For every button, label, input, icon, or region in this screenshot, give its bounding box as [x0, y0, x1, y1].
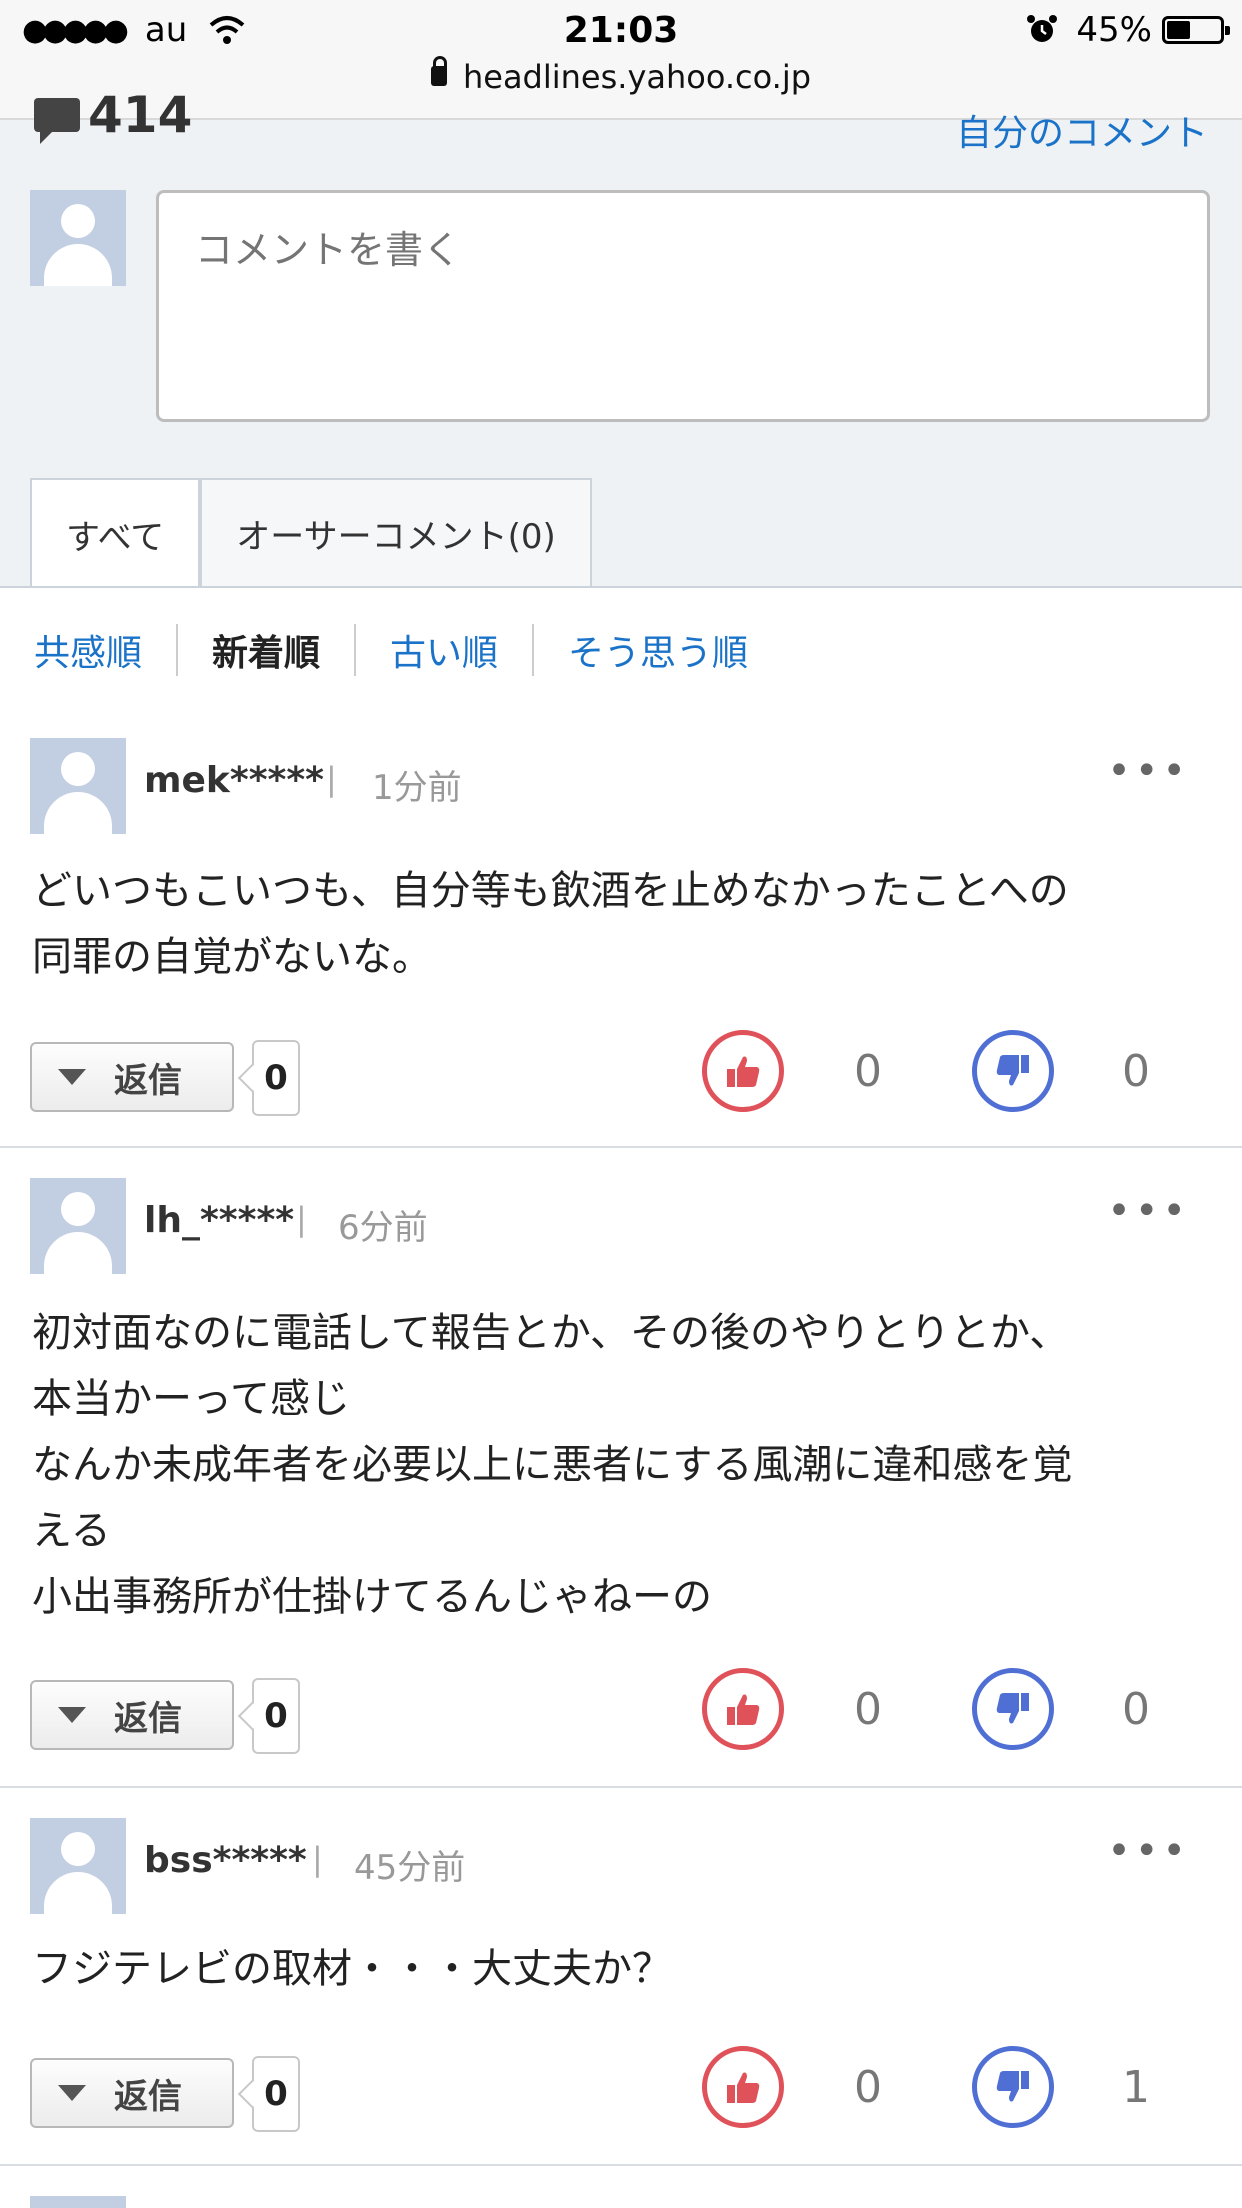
avatar [30, 190, 126, 286]
disagree-count: 0 [1122, 1684, 1150, 1735]
comment-username[interactable]: lh_***** [144, 1200, 294, 1241]
comment-text: フジテレビの取材・・・大丈夫か？ [32, 1946, 672, 1992]
comment-text: 初対面なのに電話して報告とか、その後のやりとりとか、 本当かーって感じ なんか未… [32, 1310, 1073, 1620]
comment-input[interactable] [156, 190, 1210, 422]
lock-icon [430, 56, 447, 86]
separator: | [312, 1840, 323, 1878]
alarm-icon [1027, 15, 1058, 42]
agree-count: 0 [854, 2062, 882, 2113]
disagree-count: 0 [1122, 1046, 1150, 1097]
comment-item: lh_***** | 6分前 ••• 初対面なのに電話して報告とか、その後のやり… [0, 1178, 1242, 1788]
reply-button[interactable]: 返信 [30, 1042, 234, 1112]
status-right: 45% [1026, 10, 1230, 50]
thumbs-down-icon [996, 1055, 1029, 1086]
reply-label: 返信 [114, 1060, 182, 1101]
agree-button[interactable] [702, 2046, 784, 2128]
battery-percent: 45% [1076, 10, 1152, 50]
avatar [30, 1178, 126, 1274]
disagree-count: 1 [1122, 2062, 1150, 2113]
disagree-button[interactable] [972, 1030, 1054, 1112]
agree-button[interactable] [702, 1030, 784, 1112]
sort-newest[interactable]: 新着順 [176, 624, 354, 676]
comment-count: 414 [34, 86, 192, 144]
comment-item: mek***** | 1分前 ••• どいつもこいつも、自分等も飲酒を止めなかっ… [0, 738, 1242, 1148]
reply-label: 返信 [114, 2076, 182, 2117]
tab-all[interactable]: すべて [30, 478, 201, 588]
reply-button[interactable]: 返信 [30, 2058, 234, 2128]
comment-username[interactable]: mek***** [144, 760, 324, 801]
more-menu-icon[interactable]: ••• [1107, 748, 1190, 794]
reply-count: 0 [252, 1040, 300, 1116]
more-menu-icon[interactable]: ••• [1107, 1188, 1190, 1234]
battery-icon [1162, 16, 1230, 44]
sort-empathy[interactable]: 共感順 [0, 624, 176, 676]
agree-count: 0 [854, 1684, 882, 1735]
thumbs-down-icon [996, 1693, 1029, 1724]
caret-down-icon [58, 1707, 86, 1723]
avatar [30, 1818, 126, 1914]
separator: | [296, 1200, 307, 1238]
sort-agree[interactable]: そう思う順 [532, 624, 782, 676]
avatar [30, 2196, 126, 2208]
thumbs-down-icon [996, 2071, 1029, 2102]
tab-divider [0, 586, 1242, 588]
comment-tabs: すべて オーサーコメント(0) [30, 478, 592, 588]
reply-label: 返信 [114, 1698, 182, 1739]
comment-item: bss***** | 45分前 ••• フジテレビの取材・・・大丈夫か？ 返信 … [0, 1818, 1242, 2166]
comment-count-value: 414 [88, 86, 193, 144]
separator: | [326, 760, 337, 798]
my-comments-link[interactable]: 自分のコメント [956, 104, 1208, 156]
sort-options: 共感順 新着順 古い順 そう思う順 [0, 620, 782, 680]
comment-text: どいつもこいつも、自分等も飲酒を止めなかったことへの 同罪の自覚がないな。 [32, 868, 1069, 980]
url-text: headlines.yahoo.co.jp [462, 58, 812, 96]
tab-author-comments[interactable]: オーサーコメント(0) [200, 478, 592, 586]
reply-button[interactable]: 返信 [30, 1680, 234, 1750]
thumbs-up-icon [727, 2072, 760, 2103]
agree-count: 0 [854, 1046, 882, 1097]
avatar [30, 738, 126, 834]
caret-down-icon [58, 2085, 86, 2101]
comment-time: 45分前 [354, 1848, 466, 1888]
thumbs-up-icon [727, 1694, 760, 1725]
sort-oldest[interactable]: 古い順 [354, 624, 532, 676]
comment-username[interactable]: bss***** [144, 1840, 307, 1881]
reply-count: 0 [252, 2056, 300, 2132]
comment-time: 1分前 [372, 768, 462, 808]
more-menu-icon[interactable]: ••• [1107, 1828, 1190, 1874]
disagree-button[interactable] [972, 1668, 1054, 1750]
comment-time: 6分前 [338, 1208, 428, 1248]
comment-bubble-icon [34, 98, 80, 144]
agree-button[interactable] [702, 1668, 784, 1750]
caret-down-icon [58, 1069, 86, 1085]
thumbs-up-icon [727, 1056, 760, 1087]
disagree-button[interactable] [972, 2046, 1054, 2128]
reply-count: 0 [252, 1678, 300, 1754]
